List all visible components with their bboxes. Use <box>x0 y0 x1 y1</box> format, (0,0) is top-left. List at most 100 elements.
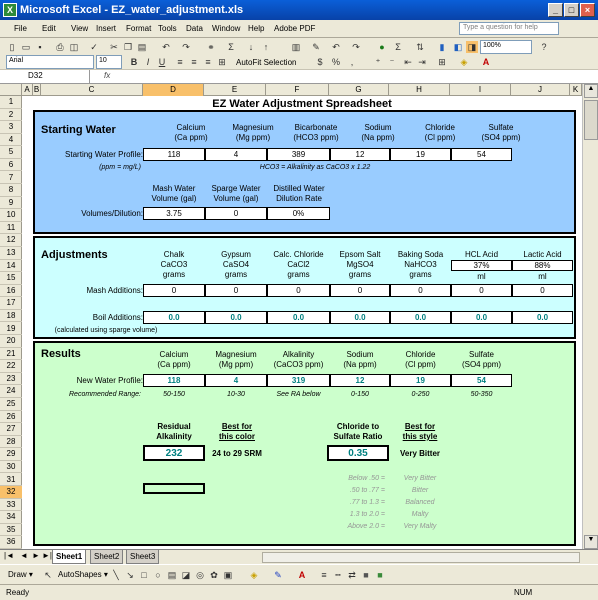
decrease-decimal-icon[interactable]: ⁻ <box>386 56 398 68</box>
row-header[interactable]: 29 <box>0 448 22 461</box>
minimize-button[interactable]: _ <box>548 3 563 17</box>
fill-color-icon[interactable]: ◈ <box>248 569 260 581</box>
autosum-icon[interactable]: Σ <box>225 41 237 53</box>
selected-cell-D32[interactable] <box>143 483 205 494</box>
row-header[interactable]: 10 <box>0 209 22 222</box>
oval-icon[interactable]: ○ <box>152 569 164 581</box>
undo-icon[interactable]: ↶ <box>330 41 342 53</box>
worksheet-grid[interactable]: EZ Water Adjustment Spreadsheet Starting… <box>22 96 582 549</box>
vertical-scrollbar[interactable]: ▲ ▼ <box>582 84 598 549</box>
menu-help[interactable]: Help <box>248 24 264 33</box>
menu-tools[interactable]: Tools <box>158 24 177 33</box>
menu-window[interactable]: Window <box>212 24 240 33</box>
column-header[interactable]: I <box>450 84 511 96</box>
align-right-icon[interactable]: ≡ <box>202 56 214 68</box>
row-header[interactable]: 4 <box>0 134 22 147</box>
chart-wizard-icon[interactable]: ▮ <box>436 41 448 53</box>
italic-icon[interactable]: I <box>142 56 154 68</box>
zoom-icon[interactable]: ◨ <box>466 41 478 53</box>
help-icon[interactable]: ? <box>538 41 550 53</box>
column-header[interactable]: G <box>329 84 389 96</box>
menu-file[interactable]: File <box>14 24 27 33</box>
mash-hcl-input[interactable]: 0 <box>451 284 512 297</box>
horizontal-scrollbar[interactable] <box>262 552 580 563</box>
sort-desc-icon[interactable]: ↑ <box>260 41 272 53</box>
row-header[interactable]: 12 <box>0 234 22 247</box>
mash-baking-soda-input[interactable]: 0 <box>390 284 451 297</box>
tab-sheet2[interactable]: Sheet2 <box>90 550 124 564</box>
borders-icon[interactable]: ⊞ <box>436 56 448 68</box>
row-header[interactable]: 35 <box>0 524 22 537</box>
mash-lactic-input[interactable]: 0 <box>512 284 573 297</box>
mash-chalk-input[interactable]: 0 <box>143 284 205 297</box>
menu-view[interactable]: View <box>71 24 88 33</box>
font-select[interactable]: Arial <box>6 55 94 69</box>
comma-icon[interactable]: , <box>346 56 358 68</box>
clipart-icon[interactable]: ✿ <box>208 569 220 581</box>
underline-icon[interactable]: U <box>156 56 168 68</box>
chloride-input[interactable]: 19 <box>390 148 451 161</box>
row-header[interactable]: 36 <box>0 536 22 549</box>
sparge-volume-input[interactable]: 0 <box>205 207 267 220</box>
mash-volume-input[interactable]: 3.75 <box>143 207 205 220</box>
row-header[interactable]: 6 <box>0 159 22 172</box>
align-left-icon[interactable]: ≡ <box>174 56 186 68</box>
fx-icon[interactable]: fx <box>104 71 110 80</box>
magnesium-input[interactable]: 4 <box>205 148 267 161</box>
line-style-icon[interactable]: ≡ <box>318 569 330 581</box>
row-header[interactable]: 26 <box>0 411 22 424</box>
tab-scroll-prev-icon[interactable]: ◄ <box>20 551 28 560</box>
row-header[interactable]: 2 <box>0 109 22 122</box>
print-icon[interactable]: ⎙ <box>54 41 66 53</box>
autoshapes-menu[interactable]: AutoShapes ▾ <box>58 570 108 579</box>
row-header[interactable]: 9 <box>0 197 22 210</box>
row-header[interactable]: 20 <box>0 335 22 348</box>
undo-icon[interactable]: ↶ <box>160 41 172 53</box>
hcl-strength-input[interactable]: 37% <box>451 260 512 271</box>
row-header[interactable]: 22 <box>0 360 22 373</box>
draw-menu[interactable]: Draw ▾ <box>8 570 33 579</box>
row-header[interactable]: 13 <box>0 247 22 260</box>
drawing-toggle-icon[interactable]: ◧ <box>452 41 464 53</box>
row-header[interactable]: 1 <box>0 96 22 109</box>
menu-insert[interactable]: Insert <box>96 24 116 33</box>
font-color-icon[interactable]: A <box>480 56 492 68</box>
scroll-thumb[interactable] <box>584 100 598 140</box>
menu-edit[interactable]: Edit <box>42 24 56 33</box>
row-header[interactable]: 16 <box>0 285 22 298</box>
font-color-icon[interactable]: A <box>296 569 308 581</box>
menu-adobe-pdf[interactable]: Adobe PDF <box>274 24 315 33</box>
column-header[interactable]: B <box>33 84 41 96</box>
line-icon[interactable]: ╲ <box>110 569 122 581</box>
sort-icon[interactable]: ⇅ <box>414 41 426 53</box>
autosum-icon[interactable]: Σ <box>392 41 404 53</box>
column-header[interactable]: E <box>204 84 266 96</box>
decrease-indent-icon[interactable]: ⇤ <box>402 56 414 68</box>
column-header[interactable]: F <box>266 84 329 96</box>
paste-icon[interactable]: ▤ <box>136 41 148 53</box>
tab-scroll-next-icon[interactable]: ► <box>32 551 40 560</box>
save-icon[interactable]: ▪ <box>34 41 46 53</box>
fill-color-icon[interactable]: ◈ <box>458 56 470 68</box>
column-header[interactable]: D <box>143 84 204 96</box>
column-header[interactable]: A <box>22 84 33 96</box>
menu-data[interactable]: Data <box>186 24 203 33</box>
close-button[interactable]: × <box>580 3 595 17</box>
autofit-button[interactable]: AutoFit Selection <box>236 58 296 67</box>
calcium-input[interactable]: 118 <box>143 148 205 161</box>
chart-icon[interactable]: ▥ <box>290 41 302 53</box>
row-header[interactable]: 27 <box>0 423 22 436</box>
row-header[interactable]: 3 <box>0 121 22 134</box>
merge-center-icon[interactable]: ⊞ <box>216 56 228 68</box>
mash-epsom-input[interactable]: 0 <box>330 284 390 297</box>
drawing-icon[interactable]: ✎ <box>310 41 322 53</box>
row-header[interactable]: 24 <box>0 385 22 398</box>
mash-gypsum-input[interactable]: 0 <box>205 284 267 297</box>
copy-icon[interactable]: ❐ <box>122 41 134 53</box>
new-icon[interactable]: ▯ <box>6 41 18 53</box>
row-header[interactable]: 21 <box>0 348 22 361</box>
row-header[interactable]: 33 <box>0 499 22 512</box>
zoom-select[interactable]: 100% <box>480 40 532 54</box>
textbox-icon[interactable]: ▤ <box>166 569 178 581</box>
wordart-icon[interactable]: ◪ <box>180 569 192 581</box>
